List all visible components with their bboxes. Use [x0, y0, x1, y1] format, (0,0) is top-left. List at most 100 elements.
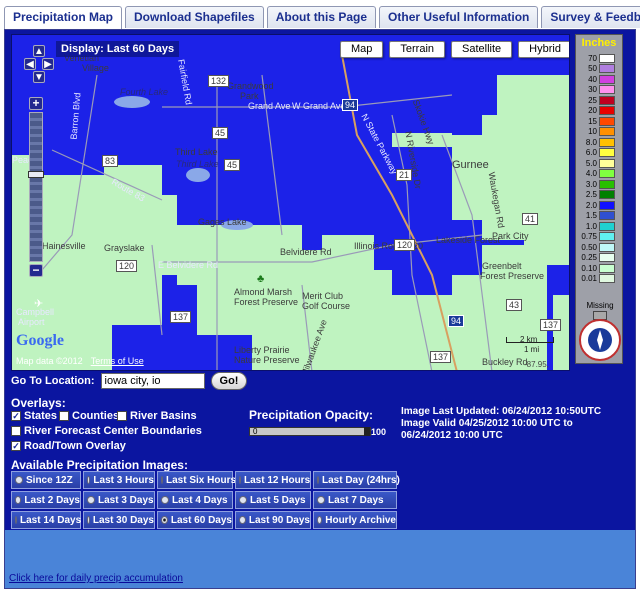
overlay-road-town-label: Road/Town Overlay: [24, 440, 126, 452]
tab-about[interactable]: About this Page: [266, 6, 377, 28]
period-radio[interactable]: [317, 496, 325, 504]
legend-row: 0.50: [579, 242, 621, 253]
period-button-last-12-hours[interactable]: Last 12 Hours: [235, 471, 311, 489]
period-button-last-90-days[interactable]: Last 90 Days: [235, 511, 311, 529]
period-button-last-3-days[interactable]: Last 3 Days: [83, 491, 155, 509]
period-button-last-7-days[interactable]: Last 7 Days: [313, 491, 397, 509]
period-radio[interactable]: [161, 516, 168, 524]
pan-down-icon[interactable]: ▼: [33, 71, 45, 83]
overlay-states[interactable]: ✓ States: [11, 410, 57, 422]
tab-precipitation-map[interactable]: Precipitation Map: [4, 6, 123, 30]
overlay-counties-label: Counties: [72, 410, 120, 422]
period-button-hourly-archive[interactable]: Hourly Archive: [313, 511, 397, 529]
period-radio[interactable]: [15, 516, 17, 524]
period-radio[interactable]: [239, 516, 246, 524]
overlay-road-town[interactable]: ✓ Road/Town Overlay: [11, 440, 126, 452]
available-images-title: Available Precipitation Images:: [11, 458, 188, 472]
period-radio[interactable]: [87, 496, 95, 504]
period-radio[interactable]: [15, 476, 23, 484]
terms-of-use-link[interactable]: Terms of Use: [91, 356, 144, 366]
zoom-in-button[interactable]: +: [29, 97, 43, 110]
pan-left-icon[interactable]: ◀: [24, 58, 36, 70]
location-input[interactable]: [100, 373, 205, 389]
period-button-label: Last 5 Days: [250, 494, 306, 506]
opacity-slider[interactable]: 0 100: [249, 427, 386, 437]
map-label-belvidere: Belvidere Rd: [280, 247, 332, 257]
period-button-last-30-days[interactable]: Last 30 Days: [83, 511, 155, 529]
period-button-last-60-days[interactable]: Last 60 Days: [157, 511, 233, 529]
tab-other-info[interactable]: Other Useful Information: [379, 6, 539, 28]
period-button-last-day-24hrs[interactable]: Last Day (24hrs): [313, 471, 400, 489]
legend-swatch: [599, 232, 615, 242]
legend-row: 6.0: [579, 148, 621, 159]
pan-right-icon[interactable]: ▶: [42, 58, 54, 70]
overlays-title: Overlays:: [11, 396, 66, 410]
legend-swatch: [599, 106, 615, 116]
overlay-road-town-checkbox[interactable]: ✓: [11, 441, 21, 451]
available-images-grid: Since 12Z Last 3 Hours Last Six Hours Last …: [11, 471, 400, 529]
period-radio[interactable]: [161, 496, 169, 504]
legend-row: 70: [579, 53, 621, 64]
last-updated-text: Image Last Updated: 06/24/2012 10:50UTC: [401, 406, 602, 417]
overlay-rfc-checkbox[interactable]: [11, 426, 21, 436]
display-period-label: Display: Last 60 Days: [56, 41, 180, 57]
hw-45: 45: [212, 127, 229, 139]
map-label-grayslake: Grayslake: [104, 243, 145, 253]
period-button-last-14-days[interactable]: Last 14 Days: [11, 511, 81, 529]
overlay-river-basins-checkbox[interactable]: [117, 411, 127, 421]
map-label-almond-marsh: Almond Marsh: [234, 287, 293, 297]
legend-row: 3.0: [579, 179, 621, 190]
tab-download-shapefiles[interactable]: Download Shapefiles: [125, 6, 264, 28]
main-panel: Venetian Village Fourth Lake Grandwood P…: [4, 29, 636, 589]
period-radio[interactable]: [161, 476, 163, 484]
period-radio[interactable]: [87, 516, 90, 524]
opacity-slider-knob[interactable]: [364, 427, 370, 436]
legend-row: 0.75: [579, 232, 621, 243]
period-button-label: Last 90 Days: [248, 514, 310, 526]
legend-level-label: 20: [588, 106, 597, 116]
period-button-last-3-hours[interactable]: Last 3 Hours: [83, 471, 155, 489]
zoom-out-button[interactable]: −: [29, 264, 43, 277]
legend-rows: 70 50 40 30 25 20 15 10 8.0 6.0 5.0 4.0 3.0 2.5 2.0 1.5…: [579, 53, 621, 284]
period-button-last-5-days[interactable]: Last 5 Days: [235, 491, 311, 509]
map-label-hainesville: Hainesville: [42, 241, 86, 251]
period-radio[interactable]: [239, 496, 247, 504]
tab-survey-feedback[interactable]: Survey & Feedback: [541, 6, 640, 28]
opacity-max: 100: [370, 427, 386, 437]
map-label-fourth-lake: Fourth Lake: [120, 87, 169, 97]
opacity-min: 0: [253, 427, 258, 436]
pan-up-icon[interactable]: ▲: [33, 45, 45, 57]
zoom-slider[interactable]: [28, 112, 44, 262]
period-radio[interactable]: [15, 496, 22, 504]
period-radio[interactable]: [239, 476, 241, 484]
opacity-title: Precipitation Opacity:: [249, 408, 374, 422]
period-button-last-4-days[interactable]: Last 4 Days: [157, 491, 233, 509]
period-button-since-12z[interactable]: Since 12Z: [11, 471, 81, 489]
period-button-label: Last 60 Days: [170, 514, 232, 526]
legend-level-label: 2.5: [585, 190, 597, 200]
precip-map[interactable]: Venetian Village Fourth Lake Grandwood P…: [11, 34, 570, 371]
overlay-counties[interactable]: Counties: [59, 410, 119, 422]
map-type-terrain-button[interactable]: Terrain: [389, 41, 446, 58]
zoom-slider-knob[interactable]: [28, 171, 44, 178]
overlay-counties-checkbox[interactable]: [59, 411, 69, 421]
map-type-satellite-button[interactable]: Satellite: [451, 41, 513, 58]
period-radio[interactable]: [317, 476, 319, 484]
legend-swatch: [599, 169, 615, 179]
map-type-hybrid-button[interactable]: Hybrid: [518, 41, 569, 58]
legend-level-label: 2.0: [585, 200, 597, 210]
map-type-map-button[interactable]: Map: [340, 41, 384, 58]
period-radio[interactable]: [87, 476, 91, 484]
legend-missing-label: Missing: [586, 301, 614, 310]
overlay-river-basins[interactable]: River Basins: [117, 410, 197, 422]
period-button-last-2-days[interactable]: Last 2 Days: [11, 491, 81, 509]
period-radio[interactable]: [317, 516, 323, 524]
go-button[interactable]: Go!: [210, 372, 248, 390]
period-button-last-six-hours[interactable]: Last Six Hours: [157, 471, 236, 489]
google-logo[interactable]: Google: [16, 332, 64, 350]
period-button-label: Last 3 Hours: [93, 474, 154, 486]
daily-precip-link[interactable]: Click here for daily precip accumulation: [9, 573, 183, 584]
overlay-rfc[interactable]: River Forecast Center Boundaries: [11, 425, 202, 437]
legend-swatch: [599, 127, 615, 137]
overlay-states-checkbox[interactable]: ✓: [11, 411, 21, 421]
